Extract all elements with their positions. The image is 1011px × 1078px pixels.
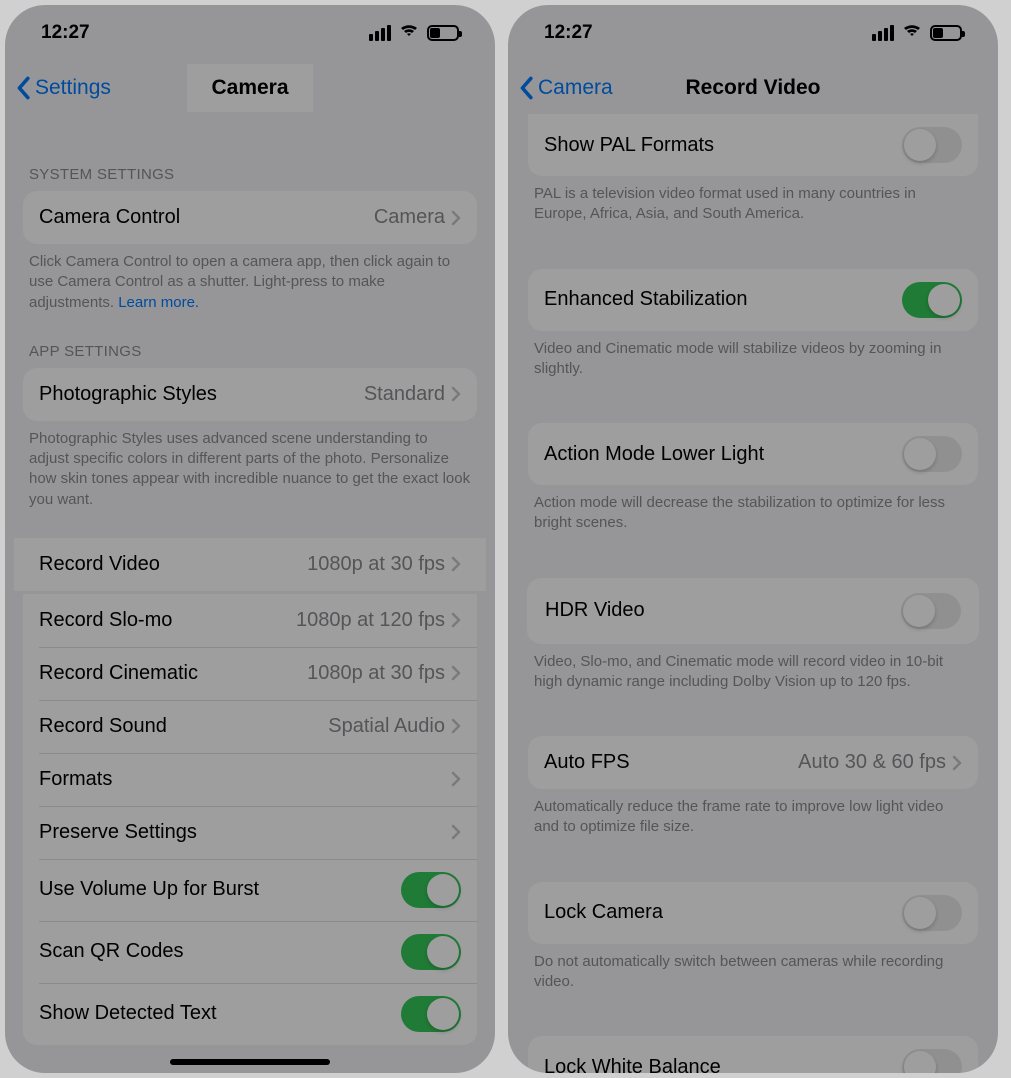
status-bar: 12:27	[5, 5, 495, 60]
row-label: Record Cinematic	[39, 662, 198, 685]
row-value: Auto 30 & 60 fps	[798, 751, 946, 774]
row-label: Scan QR Codes	[39, 940, 184, 963]
row-label: Record Sound	[39, 715, 167, 738]
row-value: 1080p at 120 fps	[296, 609, 445, 632]
toggle-pal[interactable]	[902, 127, 962, 163]
row-value: Standard	[364, 383, 445, 406]
row-label: Record Video	[39, 553, 160, 576]
row-photographic-styles[interactable]: Photographic Styles Standard	[23, 368, 477, 421]
footer-action-mode: Action mode will decrease the stabilizat…	[528, 485, 978, 534]
row-preserve-settings[interactable]: Preserve Settings	[23, 806, 477, 859]
phone-right: 12:27 Camera Record Video Show PAL Forma…	[508, 5, 998, 1073]
row-value: 1080p at 30 fps	[307, 662, 445, 685]
row-label: Use Volume Up for Burst	[39, 878, 259, 901]
row-volume-burst[interactable]: Use Volume Up for Burst	[23, 859, 477, 921]
row-value: Camera	[374, 206, 445, 229]
back-label: Camera	[538, 76, 613, 100]
row-show-pal[interactable]: Show PAL Formats	[528, 114, 978, 176]
cellular-icon	[369, 25, 391, 41]
row-record-video[interactable]: Record Video 1080p at 30 fps	[14, 538, 486, 591]
row-label: Camera Control	[39, 206, 180, 229]
page-title: Camera	[187, 64, 312, 112]
footer-auto-fps: Automatically reduce the frame rate to i…	[528, 789, 978, 838]
navbar: Camera Record Video	[508, 60, 998, 116]
chevron-right-icon	[451, 718, 461, 734]
toggle-volume-burst[interactable]	[401, 872, 461, 908]
back-button[interactable]: Settings	[15, 76, 111, 100]
toggle-detected-text[interactable]	[401, 996, 461, 1032]
battery-icon	[427, 25, 459, 41]
status-time: 12:27	[544, 22, 593, 44]
toggle-stabilization[interactable]	[902, 282, 962, 318]
row-camera-control[interactable]: Camera Control Camera	[23, 191, 477, 244]
row-value: Spatial Audio	[328, 715, 445, 738]
row-lock-white-balance[interactable]: Lock White Balance	[528, 1036, 978, 1073]
wifi-icon	[398, 22, 420, 44]
chevron-right-icon	[451, 386, 461, 402]
footer-stabilization: Video and Cinematic mode will stabilize …	[528, 331, 978, 380]
learn-more-link[interactable]: Learn more.	[118, 294, 199, 311]
battery-icon	[930, 25, 962, 41]
row-lock-camera[interactable]: Lock Camera	[528, 882, 978, 944]
row-label: Show PAL Formats	[544, 134, 714, 157]
row-hdr-video[interactable]: HDR Video	[527, 578, 979, 644]
chevron-right-icon	[451, 556, 461, 572]
row-scan-qr[interactable]: Scan QR Codes	[23, 921, 477, 983]
status-bar: 12:27	[508, 5, 998, 60]
row-record-cinematic[interactable]: Record Cinematic 1080p at 30 fps	[23, 647, 477, 700]
footer-camera-control: Click Camera Control to open a camera ap…	[23, 244, 477, 313]
row-value: 1080p at 30 fps	[307, 553, 445, 576]
footer-pal: PAL is a television video format used in…	[528, 176, 978, 225]
chevron-right-icon	[451, 771, 461, 787]
chevron-left-icon	[15, 76, 31, 100]
chevron-right-icon	[451, 612, 461, 628]
row-label: Auto FPS	[544, 751, 630, 774]
footer-hdr: Video, Slo-mo, and Cinematic mode will r…	[528, 644, 978, 693]
row-record-slomo[interactable]: Record Slo-mo 1080p at 120 fps	[23, 594, 477, 647]
back-label: Settings	[35, 76, 111, 100]
home-indicator	[170, 1059, 330, 1065]
row-label: Show Detected Text	[39, 1002, 217, 1025]
row-formats[interactable]: Formats	[23, 753, 477, 806]
row-label: HDR Video	[545, 599, 645, 622]
wifi-icon	[901, 22, 923, 44]
chevron-left-icon	[518, 76, 534, 100]
cellular-icon	[872, 25, 894, 41]
row-record-sound[interactable]: Record Sound Spatial Audio	[23, 700, 477, 753]
section-header-app: APP SETTINGS	[23, 313, 477, 368]
row-detected-text[interactable]: Show Detected Text	[23, 983, 477, 1045]
row-label: Formats	[39, 768, 112, 791]
chevron-right-icon	[952, 755, 962, 771]
chevron-right-icon	[451, 210, 461, 226]
row-auto-fps[interactable]: Auto FPS Auto 30 & 60 fps	[528, 736, 978, 789]
status-time: 12:27	[41, 22, 90, 44]
row-action-mode[interactable]: Action Mode Lower Light	[528, 423, 978, 485]
row-label: Lock White Balance	[544, 1056, 721, 1074]
footer-photo-styles: Photographic Styles uses advanced scene …	[23, 421, 477, 510]
footer-lock-camera: Do not automatically switch between came…	[528, 944, 978, 993]
row-enhanced-stabilization[interactable]: Enhanced Stabilization	[528, 269, 978, 331]
chevron-right-icon	[451, 824, 461, 840]
phone-left: 12:27 Settings Camera SYSTEM SETTINGS Ca…	[5, 5, 495, 1073]
row-label: Photographic Styles	[39, 383, 217, 406]
toggle-lock-camera[interactable]	[902, 895, 962, 931]
toggle-scan-qr[interactable]	[401, 934, 461, 970]
toggle-hdr[interactable]	[901, 593, 961, 629]
row-label: Action Mode Lower Light	[544, 443, 764, 466]
toggle-lock-wb[interactable]	[902, 1049, 962, 1073]
row-label: Preserve Settings	[39, 821, 197, 844]
toggle-action-mode[interactable]	[902, 436, 962, 472]
section-header-system: SYSTEM SETTINGS	[23, 116, 477, 191]
back-button[interactable]: Camera	[518, 76, 613, 100]
chevron-right-icon	[451, 665, 461, 681]
row-label: Record Slo-mo	[39, 609, 172, 632]
row-label: Lock Camera	[544, 901, 663, 924]
navbar: Settings Camera	[5, 60, 495, 116]
row-label: Enhanced Stabilization	[544, 288, 747, 311]
